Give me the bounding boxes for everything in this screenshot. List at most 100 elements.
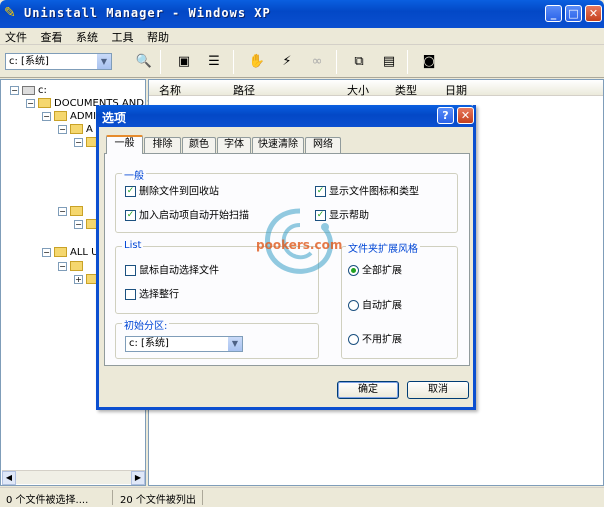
- radio-selected-icon[interactable]: [348, 265, 359, 276]
- tree-node-label: ADMI: [70, 111, 97, 122]
- tree-node[interactable]: −: [58, 260, 86, 273]
- status-separator: [202, 490, 203, 505]
- toolbar: c: [系统] ▼ 🔍 ▣ ☰ ✋ ⚡ ∞ ⧉ ▤ ◙: [0, 46, 604, 78]
- app-icon: ✎: [4, 5, 16, 21]
- drive-select-value: c: [系统]: [9, 56, 49, 67]
- tab-font[interactable]: 字体: [217, 137, 251, 153]
- minimize-button[interactable]: _: [545, 5, 562, 22]
- lightning-icon[interactable]: ⚡: [278, 53, 296, 71]
- expand-icon[interactable]: +: [74, 274, 83, 284]
- show-icons-checkbox[interactable]: ✓ 显示文件图标和类型: [315, 186, 419, 199]
- status-bar: 0 个文件被选择.... 20 个文件被列出: [0, 487, 604, 507]
- collapse-icon[interactable]: −: [42, 111, 51, 121]
- radio-icon[interactable]: [348, 300, 359, 311]
- copy-icon[interactable]: ⧉: [350, 53, 368, 71]
- scroll-right-icon[interactable]: ▶: [131, 471, 145, 485]
- close-button[interactable]: ✕: [585, 5, 602, 22]
- radio-auto-expand[interactable]: 自动扩展: [348, 300, 402, 313]
- toolbar-separator: [407, 50, 408, 74]
- tree-node[interactable]: − c:: [10, 84, 47, 97]
- tree-horizontal-scrollbar[interactable]: ◀ ▶: [2, 470, 145, 485]
- collapse-icon[interactable]: −: [58, 261, 67, 271]
- cancel-button[interactable]: 取消: [407, 381, 469, 399]
- tab-color[interactable]: 颜色: [182, 137, 216, 153]
- radio-icon[interactable]: [348, 334, 359, 345]
- drive-icon: [22, 85, 35, 95]
- fullrow-label: 选择整行: [139, 289, 179, 301]
- dialog-titlebar: 选项 ? ✕: [96, 105, 476, 127]
- binoculars-icon[interactable]: ∞: [308, 53, 326, 71]
- hand-icon[interactable]: ✋: [248, 53, 266, 71]
- tab-network[interactable]: 网络: [305, 137, 341, 153]
- document-icon[interactable]: ▤: [380, 53, 398, 71]
- radio-expand-all[interactable]: 全部扩展: [348, 265, 402, 278]
- folder-style-group: 文件夹扩展风格 全部扩展 自动扩展 不用扩展: [341, 240, 458, 359]
- tree-node-label: c:: [38, 85, 47, 96]
- radio-expand-all-label: 全部扩展: [362, 265, 402, 277]
- dialog-close-button[interactable]: ✕: [457, 107, 474, 124]
- check-icon[interactable]: ✓: [125, 210, 136, 221]
- start-drive-select[interactable]: c: [系统] ▼: [125, 336, 243, 352]
- tab-exclude[interactable]: 排除: [144, 137, 181, 153]
- tree-node[interactable]: − A: [58, 123, 93, 136]
- check-icon[interactable]: ✓: [315, 186, 326, 197]
- collapse-icon[interactable]: −: [26, 98, 35, 108]
- fullrow-checkbox[interactable]: 选择整行: [125, 289, 179, 302]
- tree-node-label: A: [86, 124, 93, 135]
- folder-icon: [70, 206, 83, 216]
- collapse-icon[interactable]: −: [42, 247, 51, 257]
- column-date[interactable]: 日期: [445, 82, 467, 98]
- folder-icon: [70, 124, 83, 134]
- collapse-icon[interactable]: −: [74, 137, 83, 147]
- collapse-icon[interactable]: −: [58, 124, 67, 134]
- menu-tools[interactable]: 工具: [107, 28, 139, 46]
- autostart-checkbox[interactable]: ✓ 加入启动项自动开始扫描: [125, 210, 249, 223]
- tree-node[interactable]: − ADMI: [42, 110, 96, 123]
- column-path[interactable]: 路径: [233, 82, 255, 98]
- chevron-down-icon[interactable]: ▼: [228, 337, 242, 351]
- column-type[interactable]: 类型: [395, 82, 417, 98]
- column-size[interactable]: 大小: [347, 82, 369, 98]
- general-group-label: 一般: [122, 167, 146, 182]
- tree-node[interactable]: − ALL U: [42, 246, 98, 259]
- collapse-icon[interactable]: −: [74, 219, 83, 229]
- autoselect-label: 鼠标自动选择文件: [139, 265, 219, 277]
- checkbox-empty[interactable]: [125, 265, 136, 276]
- maximize-button[interactable]: □: [565, 5, 582, 22]
- menu-help[interactable]: 帮助: [142, 28, 174, 46]
- recycle-checkbox[interactable]: ✓ 删除文件到回收站: [125, 186, 219, 199]
- column-header: 名称 路径 大小 类型 日期: [149, 80, 603, 98]
- folder-icon: [70, 261, 83, 271]
- scroll-left-icon[interactable]: ◀: [2, 471, 16, 485]
- menu-system[interactable]: 系统: [71, 28, 103, 46]
- tab-general[interactable]: 一般: [106, 135, 143, 154]
- start-drive-group: 初始分区: c: [系统] ▼: [115, 317, 319, 359]
- column-name[interactable]: 名称: [159, 82, 181, 98]
- list-view-icon[interactable]: ☰: [205, 53, 223, 71]
- help-button[interactable]: ?: [437, 107, 454, 124]
- autoselect-checkbox[interactable]: 鼠标自动选择文件: [125, 265, 219, 278]
- tab-quick-clean[interactable]: 快速清除: [252, 137, 304, 153]
- menu-file[interactable]: 文件: [0, 28, 32, 46]
- camera-icon[interactable]: ◙: [420, 53, 438, 71]
- chevron-down-icon[interactable]: ▼: [97, 54, 111, 69]
- folder-icon: [38, 98, 51, 108]
- ok-button[interactable]: 确定: [337, 381, 399, 399]
- drive-select[interactable]: c: [系统] ▼: [5, 53, 112, 70]
- toolbar-separator: [336, 50, 337, 74]
- menu-view[interactable]: 查看: [36, 28, 68, 46]
- tree-node[interactable]: −: [58, 205, 86, 218]
- properties-icon[interactable]: ▣: [175, 53, 193, 71]
- menu-bar: 文件 查看 系统 工具 帮助: [0, 28, 604, 45]
- status-found: 20 个文件被列出: [120, 495, 196, 506]
- checkbox-empty[interactable]: [125, 289, 136, 300]
- autostart-label: 加入启动项自动开始扫描: [139, 210, 249, 222]
- collapse-icon[interactable]: −: [58, 206, 67, 216]
- main-titlebar: ✎ Uninstall Manager - Windows XP _ □ ✕: [0, 0, 604, 28]
- radio-auto-expand-label: 自动扩展: [362, 300, 402, 312]
- radio-no-expand[interactable]: 不用扩展: [348, 334, 402, 347]
- search-icon[interactable]: 🔍: [135, 53, 153, 71]
- check-icon[interactable]: ✓: [125, 186, 136, 197]
- collapse-icon[interactable]: −: [10, 85, 19, 95]
- folder-icon: [54, 111, 67, 121]
